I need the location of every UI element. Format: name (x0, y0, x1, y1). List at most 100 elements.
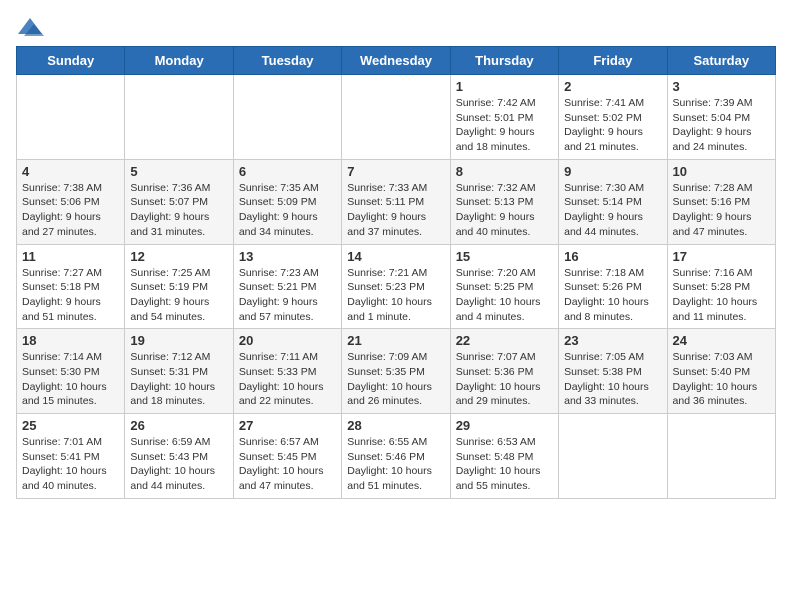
calendar-cell (233, 75, 341, 160)
calendar-week-row: 18 Sunrise: 7:14 AM Sunset: 5:30 PM Dayli… (17, 329, 776, 414)
calendar-cell (125, 75, 233, 160)
calendar-cell: 7 Sunrise: 7:33 AM Sunset: 5:11 PM Daylig… (342, 159, 450, 244)
calendar-cell (342, 75, 450, 160)
day-number: 26 (130, 418, 227, 433)
calendar-cell: 25 Sunrise: 7:01 AM Sunset: 5:41 PM Dayli… (17, 414, 125, 499)
day-info: Sunrise: 7:03 AM Sunset: 5:40 PM Dayligh… (673, 350, 770, 409)
day-info: Sunrise: 7:09 AM Sunset: 5:35 PM Dayligh… (347, 350, 444, 409)
day-number: 2 (564, 79, 661, 94)
weekday-header: Tuesday (233, 47, 341, 75)
weekday-row: SundayMondayTuesdayWednesdayThursdayFrid… (17, 47, 776, 75)
day-number: 6 (239, 164, 336, 179)
day-info: Sunrise: 7:27 AM Sunset: 5:18 PM Dayligh… (22, 266, 119, 325)
calendar-cell: 18 Sunrise: 7:14 AM Sunset: 5:30 PM Dayli… (17, 329, 125, 414)
calendar-cell: 4 Sunrise: 7:38 AM Sunset: 5:06 PM Daylig… (17, 159, 125, 244)
logo-icon (16, 16, 44, 38)
calendar-cell: 19 Sunrise: 7:12 AM Sunset: 5:31 PM Dayli… (125, 329, 233, 414)
weekday-header: Sunday (17, 47, 125, 75)
day-number: 27 (239, 418, 336, 433)
weekday-header: Monday (125, 47, 233, 75)
day-info: Sunrise: 7:28 AM Sunset: 5:16 PM Dayligh… (673, 181, 770, 240)
day-number: 4 (22, 164, 119, 179)
calendar-cell: 3 Sunrise: 7:39 AM Sunset: 5:04 PM Daylig… (667, 75, 775, 160)
weekday-header: Saturday (667, 47, 775, 75)
day-number: 15 (456, 249, 553, 264)
calendar-cell: 26 Sunrise: 6:59 AM Sunset: 5:43 PM Dayli… (125, 414, 233, 499)
calendar-cell: 22Sunrise: 7:07 AM Sunset: 5:36 PM Dayli… (450, 329, 558, 414)
calendar-cell: 23Sunrise: 7:05 AM Sunset: 5:38 PM Dayli… (559, 329, 667, 414)
day-info: Sunrise: 7:14 AM Sunset: 5:30 PM Dayligh… (22, 350, 119, 409)
calendar-cell: 27 Sunrise: 6:57 AM Sunset: 5:45 PM Dayli… (233, 414, 341, 499)
day-number: 20 (239, 333, 336, 348)
day-number: 7 (347, 164, 444, 179)
day-info: Sunrise: 7:25 AM Sunset: 5:19 PM Dayligh… (130, 266, 227, 325)
calendar-cell: 29 Sunrise: 6:53 AM Sunset: 5:48 PM Dayli… (450, 414, 558, 499)
weekday-header: Friday (559, 47, 667, 75)
calendar-cell: 17Sunrise: 7:16 AM Sunset: 5:28 PM Dayli… (667, 244, 775, 329)
day-number: 12 (130, 249, 227, 264)
calendar-header: SundayMondayTuesdayWednesdayThursdayFrid… (17, 47, 776, 75)
day-number: 16 (564, 249, 661, 264)
calendar-cell (667, 414, 775, 499)
day-info: Sunrise: 7:32 AM Sunset: 5:13 PM Dayligh… (456, 181, 553, 240)
calendar-cell: 20 Sunrise: 7:11 AM Sunset: 5:33 PM Dayli… (233, 329, 341, 414)
calendar-week-row: 25 Sunrise: 7:01 AM Sunset: 5:41 PM Dayli… (17, 414, 776, 499)
calendar-cell: 21 Sunrise: 7:09 AM Sunset: 5:35 PM Dayli… (342, 329, 450, 414)
calendar-cell: 2 Sunrise: 7:41 AM Sunset: 5:02 PM Daylig… (559, 75, 667, 160)
day-info: Sunrise: 7:30 AM Sunset: 5:14 PM Dayligh… (564, 181, 661, 240)
calendar-cell: 11 Sunrise: 7:27 AM Sunset: 5:18 PM Dayli… (17, 244, 125, 329)
calendar-cell: 15 Sunrise: 7:20 AM Sunset: 5:25 PM Dayli… (450, 244, 558, 329)
calendar-cell: 10Sunrise: 7:28 AM Sunset: 5:16 PM Dayli… (667, 159, 775, 244)
day-info: Sunrise: 7:07 AM Sunset: 5:36 PM Dayligh… (456, 350, 553, 409)
day-info: Sunrise: 7:11 AM Sunset: 5:33 PM Dayligh… (239, 350, 336, 409)
day-info: Sunrise: 7:35 AM Sunset: 5:09 PM Dayligh… (239, 181, 336, 240)
day-info: Sunrise: 7:12 AM Sunset: 5:31 PM Dayligh… (130, 350, 227, 409)
day-number: 29 (456, 418, 553, 433)
calendar-week-row: 4 Sunrise: 7:38 AM Sunset: 5:06 PM Daylig… (17, 159, 776, 244)
calendar-cell: 9 Sunrise: 7:30 AM Sunset: 5:14 PM Daylig… (559, 159, 667, 244)
day-number: 14 (347, 249, 444, 264)
calendar-cell: 13Sunrise: 7:23 AM Sunset: 5:21 PM Dayli… (233, 244, 341, 329)
day-info: Sunrise: 6:59 AM Sunset: 5:43 PM Dayligh… (130, 435, 227, 494)
day-number: 9 (564, 164, 661, 179)
calendar-cell: 28 Sunrise: 6:55 AM Sunset: 5:46 PM Dayli… (342, 414, 450, 499)
day-number: 28 (347, 418, 444, 433)
weekday-header: Thursday (450, 47, 558, 75)
day-number: 25 (22, 418, 119, 433)
calendar-cell: 12 Sunrise: 7:25 AM Sunset: 5:19 PM Dayli… (125, 244, 233, 329)
calendar-body: 1 Sunrise: 7:42 AM Sunset: 5:01 PM Daylig… (17, 75, 776, 499)
day-number: 21 (347, 333, 444, 348)
day-info: Sunrise: 6:53 AM Sunset: 5:48 PM Dayligh… (456, 435, 553, 494)
day-number: 24 (673, 333, 770, 348)
day-info: Sunrise: 7:42 AM Sunset: 5:01 PM Dayligh… (456, 96, 553, 155)
day-number: 19 (130, 333, 227, 348)
day-info: Sunrise: 7:01 AM Sunset: 5:41 PM Dayligh… (22, 435, 119, 494)
calendar-cell: 8Sunrise: 7:32 AM Sunset: 5:13 PM Daylig… (450, 159, 558, 244)
calendar-cell (559, 414, 667, 499)
day-number: 5 (130, 164, 227, 179)
day-number: 18 (22, 333, 119, 348)
day-info: Sunrise: 6:55 AM Sunset: 5:46 PM Dayligh… (347, 435, 444, 494)
day-info: Sunrise: 7:33 AM Sunset: 5:11 PM Dayligh… (347, 181, 444, 240)
day-number: 13 (239, 249, 336, 264)
day-info: Sunrise: 7:18 AM Sunset: 5:26 PM Dayligh… (564, 266, 661, 325)
day-info: Sunrise: 7:20 AM Sunset: 5:25 PM Dayligh… (456, 266, 553, 325)
day-info: Sunrise: 7:16 AM Sunset: 5:28 PM Dayligh… (673, 266, 770, 325)
calendar-cell: 24 Sunrise: 7:03 AM Sunset: 5:40 PM Dayli… (667, 329, 775, 414)
calendar: SundayMondayTuesdayWednesdayThursdayFrid… (16, 46, 776, 499)
calendar-cell: 6 Sunrise: 7:35 AM Sunset: 5:09 PM Daylig… (233, 159, 341, 244)
day-info: Sunrise: 7:21 AM Sunset: 5:23 PM Dayligh… (347, 266, 444, 325)
day-info: Sunrise: 6:57 AM Sunset: 5:45 PM Dayligh… (239, 435, 336, 494)
day-info: Sunrise: 7:05 AM Sunset: 5:38 PM Dayligh… (564, 350, 661, 409)
day-number: 3 (673, 79, 770, 94)
day-info: Sunrise: 7:36 AM Sunset: 5:07 PM Dayligh… (130, 181, 227, 240)
calendar-cell (17, 75, 125, 160)
calendar-cell: 16 Sunrise: 7:18 AM Sunset: 5:26 PM Dayli… (559, 244, 667, 329)
day-info: Sunrise: 7:39 AM Sunset: 5:04 PM Dayligh… (673, 96, 770, 155)
day-info: Sunrise: 7:41 AM Sunset: 5:02 PM Dayligh… (564, 96, 661, 155)
day-info: Sunrise: 7:38 AM Sunset: 5:06 PM Dayligh… (22, 181, 119, 240)
weekday-header: Wednesday (342, 47, 450, 75)
day-number: 11 (22, 249, 119, 264)
day-number: 1 (456, 79, 553, 94)
header (16, 16, 776, 38)
